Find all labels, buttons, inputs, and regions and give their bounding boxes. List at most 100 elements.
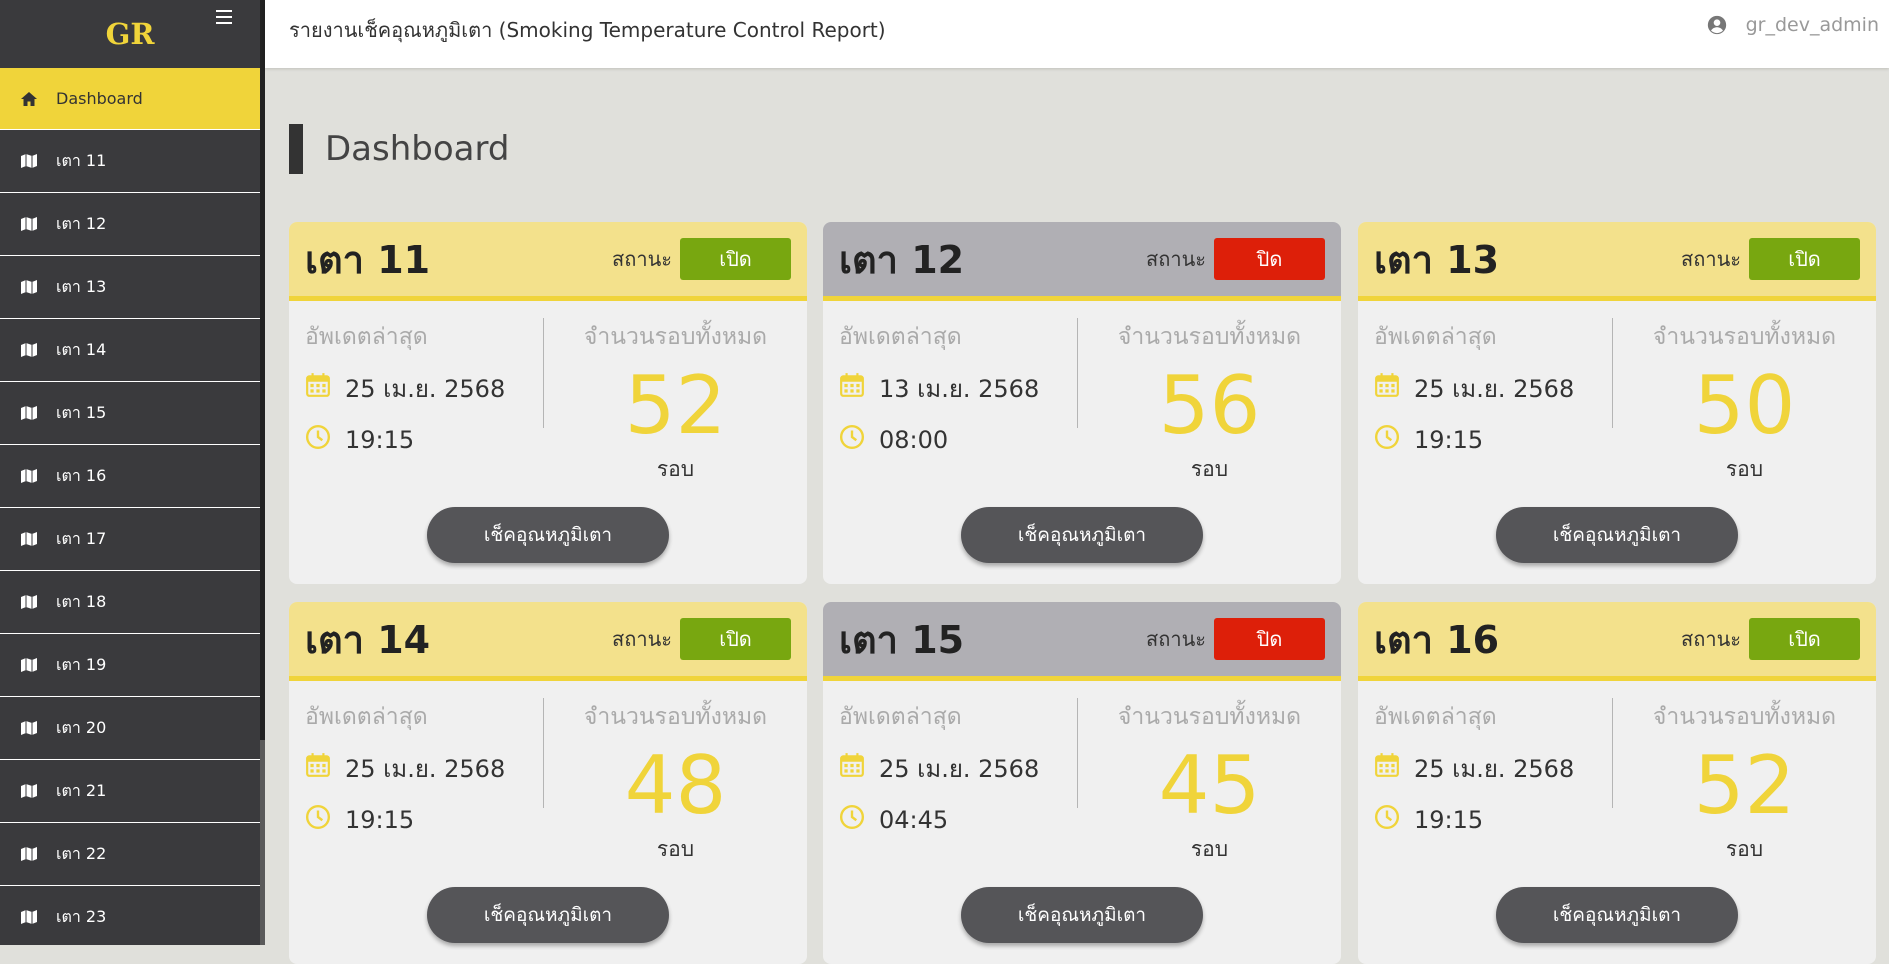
calendar-icon [305, 752, 345, 784]
check-temperature-button[interactable]: เช็คอุณหภูมิเตา [1496, 507, 1738, 563]
date-row: 25 เม.ย. 2568 [305, 369, 530, 407]
sidebar-item-oven[interactable]: เตา 16 [0, 445, 260, 508]
page-heading: Dashboard [289, 124, 509, 174]
check-temperature-button[interactable]: เช็คอุณหภูมิเตา [1496, 887, 1738, 943]
last-update-column: อัพเดตล่าสุด 13 เม.ย. 2568 08:00 [839, 319, 1064, 459]
oven-card-header: เตา 14 สถานะ เปิด [289, 602, 807, 681]
status-label: สถานะ [1146, 627, 1206, 651]
total-rounds-label: จำนวนรอบทั้งหมด [583, 324, 768, 350]
last-update-column: อัพเดตล่าสุด 25 เม.ย. 2568 19:15 [1374, 699, 1599, 839]
oven-card-body: อัพเดตล่าสุด 13 เม.ย. 2568 08:00 จำนวนรอบทั… [823, 301, 1341, 563]
time-row: 04:45 [839, 801, 1064, 839]
sidebar-item-oven[interactable]: เตา 13 [0, 256, 260, 319]
total-rounds-label: จำนวนรอบทั้งหมด [1117, 704, 1302, 730]
check-temperature-button[interactable]: เช็คอุณหภูมิเตา [427, 887, 669, 943]
oven-card: เตา 11 สถานะ เปิดอัพเดตล่าสุด 25 เม.ย. 2568… [289, 222, 807, 584]
update-date: 13 เม.ย. 2568 [879, 374, 1040, 403]
sidebar-item-oven[interactable]: เตา 12 [0, 193, 260, 256]
status-badge: ปิด [1214, 238, 1325, 280]
brand-logo[interactable]: GR [106, 17, 155, 51]
last-update-label: อัพเดตล่าสุด [305, 324, 428, 350]
sidebar-item-oven[interactable]: เตา 21 [0, 760, 260, 823]
sidebar-item-oven[interactable]: เตา 22 [0, 823, 260, 886]
sidebar-item-oven[interactable]: เตา 17 [0, 508, 260, 571]
sidebar-item-label: เตา 18 [56, 591, 107, 611]
calendar-icon [1374, 372, 1414, 404]
status-label: สถานะ [1146, 247, 1206, 271]
map-icon [20, 216, 40, 232]
round-count: 56 [1158, 359, 1261, 452]
oven-card-header: เตา 11 สถานะ เปิด [289, 222, 807, 301]
round-unit: รอบ [656, 837, 695, 861]
oven-card-body: อัพเดตล่าสุด 25 เม.ย. 2568 19:15 จำนวนรอบทั… [1358, 301, 1876, 563]
oven-card: เตา 12 สถานะ ปิด อัพเดตล่าสุด 13 เม.ย. 2568 0… [823, 222, 1341, 584]
status-badge: เปิด [680, 618, 791, 660]
sidebar-item-oven[interactable]: เตา 19 [0, 634, 260, 697]
map-icon [20, 279, 40, 295]
oven-card-header: เตา 13 สถานะ เปิด [1358, 222, 1876, 301]
round-count: 52 [1693, 739, 1796, 832]
last-update-column: อัพเดตล่าสุด 25 เม.ย. 2568 04:45 [839, 699, 1064, 839]
sidebar-item-label: เตา 20 [56, 717, 107, 737]
sidebar-item-oven[interactable]: เตา 14 [0, 319, 260, 382]
status-label: สถานะ [612, 247, 672, 271]
calendar-icon [1374, 752, 1414, 784]
total-rounds-label: จำนวนรอบทั้งหมด [1652, 704, 1837, 730]
last-update-label: อัพเดตล่าสุด [839, 324, 962, 350]
time-row: 19:15 [1374, 421, 1599, 459]
heading-accent-bar [289, 124, 303, 174]
rounds-column: จำนวนรอบทั้งหมด 48 รอบ [544, 699, 807, 866]
check-temperature-button[interactable]: เช็คอุณหภูมิเตา [427, 507, 669, 563]
calendar-icon [305, 372, 345, 404]
sidebar-item-label: เตา 22 [56, 843, 107, 863]
rounds-column: จำนวนรอบทั้งหมด 52 รอบ [1613, 699, 1876, 866]
sidebar-item-label: เตา 23 [56, 906, 107, 926]
sidebar-item-label: เตา 12 [56, 213, 107, 233]
map-icon [20, 342, 40, 358]
round-count: 45 [1158, 739, 1261, 832]
map-icon [20, 846, 40, 862]
total-rounds-label: จำนวนรอบทั้งหมด [1652, 324, 1837, 350]
sidebar-scrollbar[interactable] [260, 0, 265, 945]
sidebar-item-oven[interactable]: เตา 15 [0, 382, 260, 445]
check-temperature-button[interactable]: เช็คอุณหภูมิเตา [961, 507, 1203, 563]
user-menu[interactable]: gr_dev_admin [1706, 14, 1879, 36]
rounds-column: จำนวนรอบทั้งหมด 50 รอบ [1613, 319, 1876, 486]
update-time: 19:15 [1414, 426, 1484, 454]
calendar-icon [839, 372, 879, 404]
date-row: 25 เม.ย. 2568 [839, 749, 1064, 787]
scrollbar-thumb[interactable] [260, 0, 265, 740]
oven-card-header: เตา 15 สถานะ ปิด [823, 602, 1341, 681]
map-icon [20, 405, 40, 421]
check-temperature-button[interactable]: เช็คอุณหภูมิเตา [961, 887, 1203, 943]
round-unit: รอบ [1725, 457, 1764, 481]
sidebar-item-oven[interactable]: เตา 11 [0, 130, 260, 193]
sidebar-item-oven[interactable]: เตา 23 [0, 886, 260, 945]
total-rounds-label: จำนวนรอบทั้งหมด [583, 704, 768, 730]
status-badge: ปิด [1214, 618, 1325, 660]
sidebar-item-dashboard[interactable]: Dashboard [0, 68, 260, 130]
rounds-column: จำนวนรอบทั้งหมด 52 รอบ [544, 319, 807, 486]
menu-toggle-icon[interactable] [216, 10, 232, 24]
sidebar-item-oven[interactable]: เตา 20 [0, 697, 260, 760]
brand: GR [0, 0, 260, 68]
sidebar-item-oven[interactable]: เตา 18 [0, 571, 260, 634]
map-icon [20, 909, 40, 925]
date-row: 13 เม.ย. 2568 [839, 369, 1064, 407]
oven-card-body: อัพเดตล่าสุด 25 เม.ย. 2568 04:45 จำนวนรอบทั… [823, 681, 1341, 943]
clock-icon [305, 804, 345, 836]
top-bar: รายงานเช็คอุณหภูมิเตา (Smoking Temperatu… [265, 0, 1889, 68]
last-update-column: อัพเดตล่าสุด 25 เม.ย. 2568 19:15 [305, 319, 530, 459]
map-icon [20, 720, 40, 736]
sidebar-item-label: เตา 15 [56, 402, 107, 422]
round-unit: รอบ [656, 457, 695, 481]
round-unit: รอบ [1190, 837, 1229, 861]
sidebar-item-label: เตา 17 [56, 528, 107, 548]
round-unit: รอบ [1725, 837, 1764, 861]
sidebar-item-label: เตา 11 [56, 150, 107, 170]
oven-name: เตา 13 [1374, 237, 1500, 282]
sidebar-item-label: Dashboard [56, 89, 143, 108]
sidebar-item-label: เตา 13 [56, 276, 107, 296]
oven-name: เตา 14 [305, 617, 431, 662]
sidebar-item-label: เตา 16 [56, 465, 107, 485]
